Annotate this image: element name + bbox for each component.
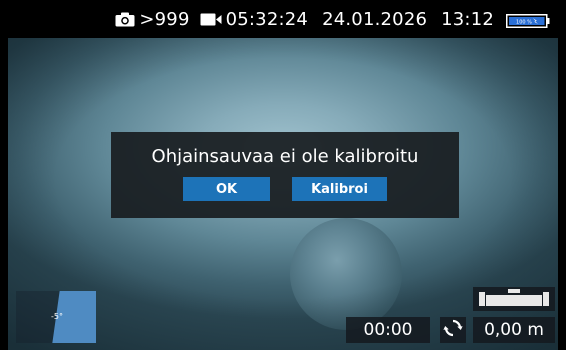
calibration-dialog: Ohjainsauvaa ei ole kalibroitu OK Kalibr… — [111, 132, 459, 218]
distance-text: 0,00 m — [484, 320, 544, 340]
inclination-value: -5° — [51, 312, 63, 321]
photo-counter: >999 — [115, 9, 189, 30]
photo-count: >999 — [139, 8, 190, 30]
video-camera-icon — [200, 13, 222, 26]
camera-screen: >999 05:32:24 24.01.2026 13:12 100 % Ohj… — [0, 0, 566, 350]
video-counter: 05:32:24 — [200, 9, 308, 30]
calibrate-button[interactable]: Kalibroi — [292, 177, 387, 201]
camera-icon — [115, 12, 135, 27]
date-display: 24.01.2026 — [318, 9, 427, 30]
time-text: 13:12 — [441, 8, 494, 30]
battery-label: 100 % — [516, 20, 532, 26]
level-button[interactable] — [473, 287, 555, 311]
date-text: 24.01.2026 — [322, 8, 428, 30]
status-bar: >999 05:32:24 24.01.2026 13:12 100 % — [0, 0, 566, 38]
battery-charging-icon: 100 % — [506, 12, 550, 28]
reset-distance-button[interactable] — [440, 317, 466, 343]
video-time: 05:32:24 — [225, 8, 309, 30]
timer-text: 00:00 — [363, 320, 413, 340]
dialog-message: Ohjainsauvaa ei ole kalibroitu — [151, 146, 419, 167]
level-icon — [479, 289, 549, 306]
elapsed-timer: 00:00 — [346, 317, 430, 343]
refresh-icon — [443, 318, 463, 342]
ok-button[interactable]: OK — [183, 177, 270, 201]
clock-display: 13:12 — [437, 9, 494, 30]
distance-counter: 0,00 m — [473, 317, 555, 343]
inclination-indicator: -5° — [16, 291, 96, 343]
